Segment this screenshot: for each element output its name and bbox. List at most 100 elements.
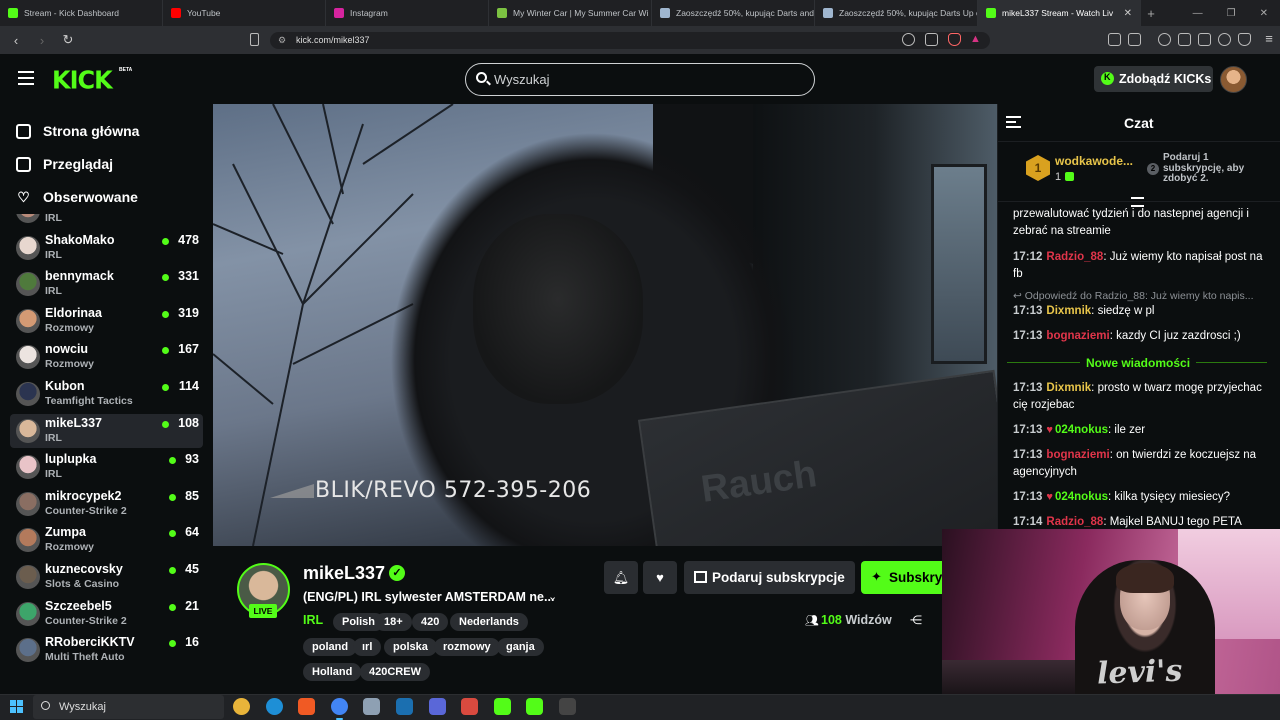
taskbar-app-icon[interactable]: [461, 698, 479, 715]
channel-avatar: [16, 491, 40, 516]
message-username[interactable]: Radzio_88: [1046, 251, 1103, 263]
video-player[interactable]: Rauch BLIK/REVO 572-395-206: [213, 104, 997, 546]
new-tab-icon[interactable]: +: [1141, 0, 1161, 26]
channel-avatar: [16, 345, 40, 370]
leader-name[interactable]: wodkawode...: [1055, 154, 1133, 168]
hamburger-menu-icon[interactable]: [18, 71, 34, 85]
screenshot-icon[interactable]: [1128, 33, 1141, 46]
sidebar-channel-mikrocypek2[interactable]: mikrocypek2 Counter-Strike 2 85: [10, 487, 203, 521]
media-icon[interactable]: [1158, 33, 1171, 46]
windows-start-icon[interactable]: [10, 700, 23, 713]
vpn-icon[interactable]: [1238, 33, 1251, 46]
message-username[interactable]: Dixmnik: [1046, 305, 1091, 317]
site-info-icon[interactable]: ⚙: [278, 32, 286, 49]
leo-icon[interactable]: [1218, 33, 1231, 46]
browser-tab[interactable]: mikeL337 Stream - Watch Liv ✕: [978, 0, 1141, 26]
share-page-icon[interactable]: [925, 33, 938, 46]
stream-tag[interactable]: 420: [412, 613, 449, 631]
browser-tab[interactable]: My Winter Car | My Summer Car Wi: [489, 0, 652, 26]
wallet-icon[interactable]: [1198, 33, 1211, 46]
channel-category: IRL: [45, 468, 62, 481]
channel-viewers: 331: [178, 269, 199, 284]
collapse-chat-icon[interactable]: [1006, 116, 1021, 128]
stream-tag[interactable]: Holland: [303, 663, 362, 681]
sidebar-channel-bennymack[interactable]: bennymack IRL 331: [10, 267, 203, 301]
stream-tag[interactable]: ırl: [353, 638, 382, 656]
stream-tag[interactable]: poland: [303, 638, 358, 656]
browser-tab[interactable]: Instagram: [326, 0, 489, 26]
close-window-icon[interactable]: ✕: [1260, 8, 1268, 19]
reload-icon[interactable]: ↻: [58, 32, 78, 48]
search-input[interactable]: [465, 63, 815, 96]
brave-rewards-icon[interactable]: ▲: [970, 33, 983, 46]
stream-tag[interactable]: 18+: [375, 613, 412, 631]
channel-avatar: [16, 272, 40, 297]
browser-tab[interactable]: YouTube: [163, 0, 326, 26]
maximize-icon[interactable]: ❐: [1227, 8, 1236, 19]
sidebar-channel-rrobercikktv[interactable]: RRoberciKKTV Multi Theft Auto 16: [10, 633, 203, 667]
stream-tag[interactable]: rozmowy: [434, 638, 500, 656]
stream-category[interactable]: IRL: [303, 613, 323, 627]
sidebar-channel-shakomako[interactable]: ShakoMako IRL 478: [10, 231, 203, 265]
channel-category: IRL: [45, 248, 62, 261]
minimize-icon[interactable]: —: [1193, 8, 1203, 19]
stream-tag[interactable]: 420CREW: [360, 663, 430, 681]
taskbar-app-icon[interactable]: [265, 698, 283, 715]
brave-shields-icon[interactable]: [948, 33, 961, 46]
taskbar-app-icon[interactable]: [298, 698, 316, 715]
url-field[interactable]: ⚙ kick.com/mikel337: [270, 32, 990, 49]
stream-tag[interactable]: ganja: [497, 638, 544, 656]
taskbar-app-icon[interactable]: [233, 698, 250, 715]
sidebar-channel-szczeebel5[interactable]: Szczeebel5 Counter-Strike 2 21: [10, 597, 203, 631]
notification-bell-button[interactable]: 🔔︎: [604, 561, 638, 594]
sidebar-icon[interactable]: [1178, 33, 1191, 46]
sidebar-nav-following[interactable]: ♡ Obserwowane: [16, 189, 138, 205]
taskbar-app-icon[interactable]: [330, 698, 348, 720]
close-tab-icon[interactable]: ✕: [1124, 8, 1132, 19]
sidebar-channel-zumpa[interactable]: Zumpa Rozmowy 64: [10, 523, 203, 557]
extensions-icon[interactable]: [1108, 33, 1121, 46]
sidebar-channel-mikel337[interactable]: mikeL337 IRL 108: [10, 413, 203, 448]
sidebar-channel-kuznecovsky[interactable]: kuznecovsky Slots & Casino 45: [10, 560, 203, 594]
gift-promo-text[interactable]: Podaruj 1 subskrypcję, aby zdobyć 2.: [1163, 152, 1259, 185]
sidebar-channel-luplupka[interactable]: luplupka IRL 93: [10, 450, 203, 484]
back-icon[interactable]: ‹: [6, 33, 26, 48]
taskbar-app-icon[interactable]: [559, 698, 576, 715]
taskbar-app-icon[interactable]: [363, 698, 381, 715]
taskbar-search[interactable]: Wyszukaj: [33, 695, 224, 719]
browser-tab[interactable]: Zaoszczędź 50%, kupując Darts Up o: [815, 0, 978, 26]
follow-button[interactable]: ♥: [643, 561, 677, 594]
taskbar-app-icon[interactable]: [526, 698, 544, 715]
sidebar-nav-home[interactable]: Strona główna: [16, 123, 139, 139]
taskbar-app-icon[interactable]: [493, 698, 511, 715]
message-username[interactable]: 024nokus: [1055, 424, 1108, 436]
bookmark-icon[interactable]: [250, 33, 259, 46]
gift-subscription-button[interactable]: Podaruj subskrypcje: [684, 561, 855, 594]
streamer-name[interactable]: mikeL337: [303, 563, 385, 584]
stream-tag[interactable]: polska: [384, 638, 437, 656]
message-username[interactable]: 024nokus: [1055, 491, 1108, 503]
video-window-pane: [931, 164, 987, 364]
taskbar-app-icon[interactable]: [428, 698, 446, 715]
browser-tab[interactable]: Stream - Kick Dashboard: [0, 0, 163, 26]
chat-message: 17:12 Radzio_88: Już wiemy kto napisał po…: [1013, 251, 1263, 280]
message-username[interactable]: bognaziemi: [1046, 330, 1109, 342]
menu-icon[interactable]: ≡: [1259, 31, 1279, 46]
user-avatar[interactable]: [1220, 66, 1247, 93]
message-username[interactable]: bognaziemi: [1046, 449, 1109, 461]
sidebar-channel-kubon[interactable]: Kubon Teamfight Tactics 114: [10, 377, 203, 411]
zoom-icon[interactable]: [902, 33, 915, 46]
taskbar-app-icon[interactable]: [396, 698, 413, 715]
sidebar-channel-patro[interactable]: PatroIRL337: [10, 214, 203, 228]
sidebar-nav-browse[interactable]: Przeglądaj: [16, 156, 113, 172]
browser-tab[interactable]: Zaoszczędź 50%, kupując Darts and: [652, 0, 815, 26]
stream-tag[interactable]: Nederlands: [450, 613, 528, 631]
sidebar-channel-eldorinaa[interactable]: Eldorinaa Rozmowy 319: [10, 304, 203, 338]
kick-logo[interactable]: KICK: [52, 65, 113, 94]
share-icon[interactable]: ⋲: [910, 613, 922, 627]
chevron-down-icon[interactable]: ⌄: [548, 590, 557, 603]
message-username[interactable]: Radzio_88: [1046, 516, 1103, 528]
message-username[interactable]: Dixmnik: [1046, 382, 1091, 394]
sidebar-channel-nowciu[interactable]: nowciu Rozmowy 167: [10, 340, 203, 374]
forward-icon[interactable]: ›: [32, 33, 52, 48]
